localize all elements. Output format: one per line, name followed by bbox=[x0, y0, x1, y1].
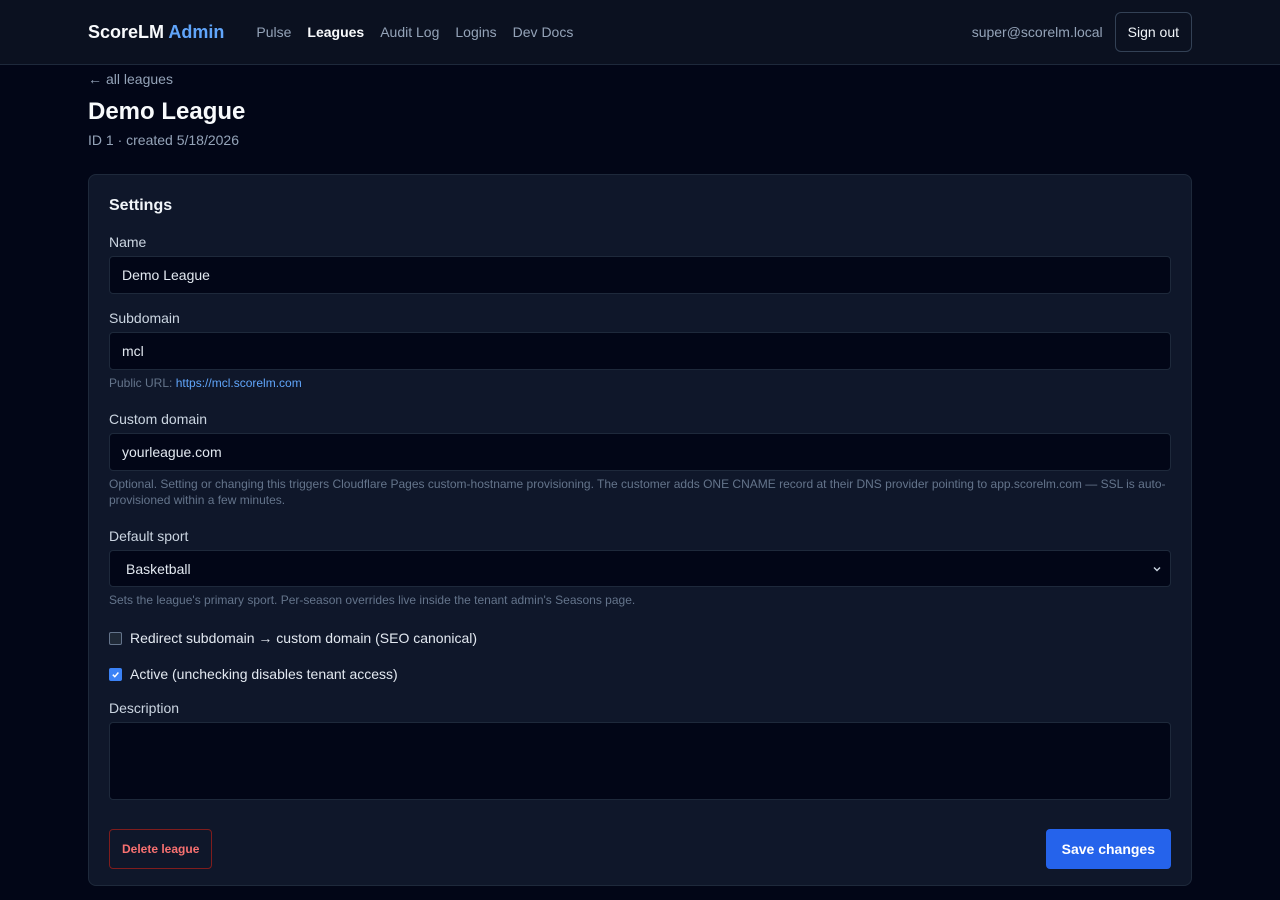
arrow-left-icon: ← bbox=[88, 71, 102, 87]
nav-item-logins[interactable]: Logins bbox=[455, 24, 496, 40]
main-content: ← all leagues Demo League ID 1 · created… bbox=[0, 65, 1280, 886]
brand-name: ScoreLM bbox=[88, 21, 165, 42]
name-group: Name Demo League bbox=[109, 234, 1171, 294]
default-sport-value: Basketball bbox=[126, 560, 191, 577]
default-sport-group: Default sport Basketball Sets the league… bbox=[109, 528, 1171, 608]
checkmark-icon bbox=[112, 671, 119, 678]
chevron-down-icon bbox=[1152, 561, 1162, 577]
save-changes-button[interactable]: Save changes bbox=[1045, 829, 1171, 869]
league-meta: ID 1 · created 5/18/2026 bbox=[88, 132, 239, 148]
nav-item-leagues[interactable]: Leagues bbox=[307, 24, 364, 40]
sign-out-button[interactable]: Sign out bbox=[1114, 12, 1192, 52]
public-url-link[interactable]: https://mcl.scorelm.com bbox=[176, 376, 302, 390]
public-url-prefix: Public URL: bbox=[109, 376, 173, 390]
back-link-label: all leagues bbox=[106, 71, 173, 87]
redirect-checkbox[interactable] bbox=[109, 631, 122, 645]
redirect-checkbox-label: Redirect subdomain → custom domain (SEO … bbox=[130, 630, 478, 646]
default-sport-select[interactable]: Basketball bbox=[109, 550, 1171, 587]
custom-domain-label: Custom domain bbox=[109, 411, 208, 427]
name-label: Name bbox=[109, 234, 147, 250]
name-input[interactable]: Demo League bbox=[109, 256, 1171, 294]
subdomain-label: Subdomain bbox=[109, 310, 180, 326]
form-actions: Delete league Save changes bbox=[109, 829, 1171, 869]
custom-domain-help: Optional. Setting or changing this trigg… bbox=[109, 477, 1166, 507]
custom-domain-group: Custom domain yourleague.com Optional. S… bbox=[109, 411, 1171, 508]
page-title: Demo League bbox=[88, 98, 246, 125]
public-url-help: Public URL: https://mcl.scorelm.com bbox=[109, 375, 1171, 391]
main-nav: Pulse Leagues Audit Log Logins Dev Docs bbox=[256, 24, 573, 40]
top-navbar: ScoreLM Admin Pulse Leagues Audit Log Lo… bbox=[0, 0, 1280, 65]
default-sport-help: Sets the league's primary sport. Per-sea… bbox=[109, 593, 636, 607]
description-textarea[interactable] bbox=[109, 722, 1171, 800]
active-checkbox-label: Active (unchecking disables tenant acces… bbox=[130, 666, 398, 682]
redirect-checkbox-row[interactable]: Redirect subdomain → custom domain (SEO … bbox=[109, 628, 1171, 648]
settings-card: Settings Name Demo League Subdomain mcl … bbox=[88, 174, 1192, 886]
subdomain-group: Subdomain mcl Public URL: https://mcl.sc… bbox=[109, 310, 1171, 391]
brand-logo[interactable]: ScoreLM Admin bbox=[88, 22, 224, 43]
active-checkbox-row[interactable]: Active (unchecking disables tenant acces… bbox=[109, 664, 1171, 684]
description-group: Description bbox=[109, 700, 1171, 800]
brand-accent: Admin bbox=[168, 21, 225, 42]
active-checkbox[interactable] bbox=[109, 667, 122, 681]
subdomain-input[interactable]: mcl bbox=[109, 332, 1171, 370]
custom-domain-input[interactable]: yourleague.com bbox=[109, 433, 1171, 471]
nav-item-audit-log[interactable]: Audit Log bbox=[380, 24, 439, 40]
nav-item-dev-docs[interactable]: Dev Docs bbox=[513, 24, 574, 40]
back-to-leagues-link[interactable]: ← all leagues bbox=[88, 71, 173, 87]
delete-league-button[interactable]: Delete league bbox=[109, 829, 213, 869]
description-label: Description bbox=[109, 700, 180, 716]
user-email: super@scorelm.local bbox=[971, 24, 1103, 40]
nav-item-pulse[interactable]: Pulse bbox=[256, 24, 291, 40]
default-sport-label: Default sport bbox=[109, 528, 189, 544]
settings-heading: Settings bbox=[109, 197, 173, 214]
